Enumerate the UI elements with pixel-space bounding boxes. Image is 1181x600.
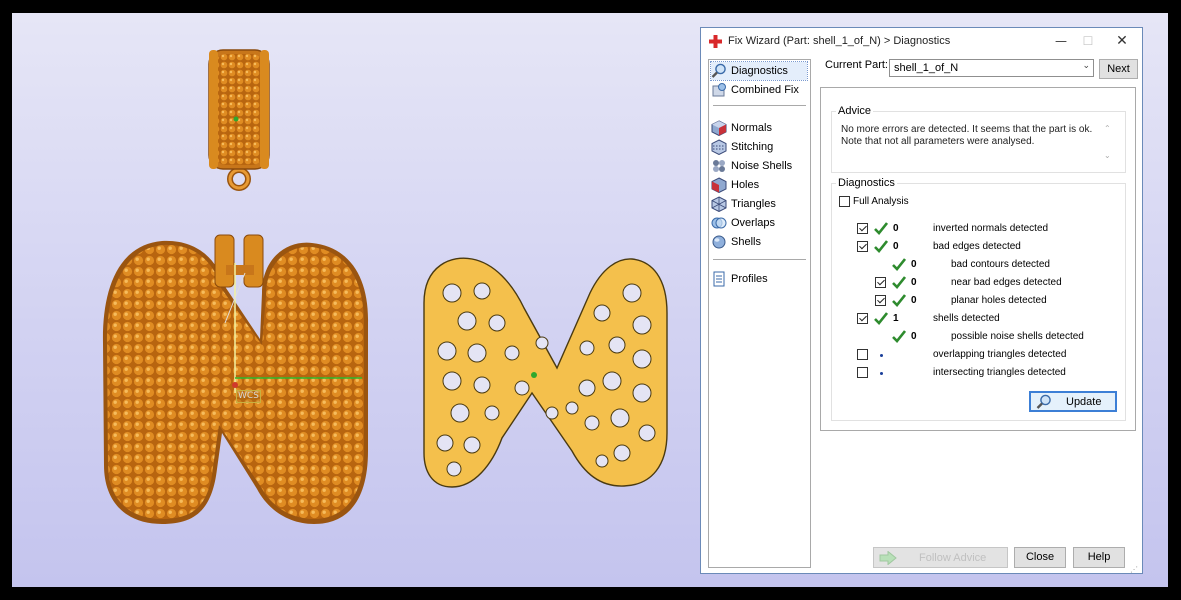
current-part-value: shell_1_of_N <box>894 62 959 74</box>
overlapping-triangles-label: overlapping triangles detected <box>933 349 1067 360</box>
planar-holes-count: 0 <box>911 295 917 306</box>
wcs-label: WCS <box>236 390 261 403</box>
red-cross-icon <box>709 35 722 48</box>
green-tick-icon <box>892 258 906 271</box>
window-title: Fix Wizard (Part: shell_1_of_N) > Diagno… <box>728 35 951 47</box>
advice-title: Advice <box>836 105 874 117</box>
nav-label-triangles: Triangles <box>731 198 776 210</box>
wizard-nav: Diagnostics Combined Fix Normals Stitchi… <box>708 59 811 568</box>
shells-icon <box>712 235 726 249</box>
shells-count: 1 <box>893 313 899 324</box>
nav-label-holes: Holes <box>731 179 760 191</box>
current-part-select[interactable]: shell_1_of_N ⌄ <box>889 59 1094 77</box>
nav-separator <box>713 105 806 106</box>
green-tick-icon <box>892 276 906 289</box>
triangles-cube-icon <box>711 196 727 212</box>
minimize-button[interactable]: — <box>1049 31 1073 51</box>
magnifier-icon <box>1036 394 1051 409</box>
full-analysis-checkbox[interactable] <box>839 196 850 207</box>
intersecting-triangles-checkbox[interactable] <box>857 367 868 378</box>
lattice-n-part[interactable] <box>423 257 668 488</box>
nav-label-overlaps: Overlaps <box>731 217 776 229</box>
scroll-up-icon[interactable]: ⌃ <box>1104 124 1111 133</box>
inverted-normals-count: 0 <box>893 223 899 234</box>
planar-holes-checkbox[interactable] <box>875 295 886 306</box>
resize-grip-icon[interactable]: ⋰ <box>1130 565 1138 574</box>
nav-label-combined-fix: Combined Fix <box>731 84 799 96</box>
diagnostics-title: Diagnostics <box>836 177 897 189</box>
bad-edges-label: bad edges detected <box>933 241 1021 252</box>
noise-shells-label: possible noise shells detected <box>951 331 1084 342</box>
shells-label: shells detected <box>933 313 1000 324</box>
inverted-normals-label: inverted normals detected <box>933 223 1049 234</box>
nav-item-normals[interactable]: Normals <box>711 119 772 137</box>
update-button[interactable]: Update <box>1029 391 1117 412</box>
overlapping-triangles-checkbox[interactable] <box>857 349 868 360</box>
bad-contours-label: bad contours detected <box>951 259 1050 270</box>
combined-fix-icon <box>712 83 726 97</box>
advice-line-1: No more errors are detected. It seems th… <box>841 124 1093 135</box>
nav-item-noise-shells[interactable]: Noise Shells <box>711 157 792 175</box>
title-bar[interactable]: Fix Wizard (Part: shell_1_of_N) > Diagno… <box>701 28 1142 55</box>
maximize-button[interactable]: ☐ <box>1076 31 1100 51</box>
help-button[interactable]: Help <box>1073 547 1125 568</box>
not-run-dot-icon <box>880 354 883 357</box>
green-tick-icon <box>892 294 906 307</box>
nav-item-profiles[interactable]: Profiles <box>711 270 768 288</box>
intersecting-triangles-label: intersecting triangles detected <box>933 367 1066 378</box>
close-button[interactable]: Close <box>1014 547 1066 568</box>
magnifier-icon <box>711 63 726 78</box>
noise-shells-icon <box>713 160 725 172</box>
nav-separator <box>713 259 806 260</box>
nav-label-diagnostics: Diagnostics <box>731 65 788 77</box>
nav-label-shells: Shells <box>731 236 761 248</box>
bad-edges-checkbox[interactable] <box>857 241 868 252</box>
inverted-normals-checkbox[interactable] <box>857 223 868 234</box>
nav-label-profiles: Profiles <box>731 273 768 285</box>
bad-edges-count: 0 <box>893 241 899 252</box>
advice-text: No more errors are detected. It seems th… <box>841 124 1093 148</box>
update-button-label: Update <box>1066 396 1102 408</box>
bad-contours-count: 0 <box>911 259 917 270</box>
near-bad-edges-checkbox[interactable] <box>875 277 886 288</box>
chevron-down-icon: ⌄ <box>1082 61 1090 71</box>
not-run-dot-icon <box>880 372 883 375</box>
shells-checkbox[interactable] <box>857 313 868 324</box>
nav-label-normals: Normals <box>731 122 772 134</box>
normals-cube-icon <box>711 120 727 136</box>
nav-item-stitching[interactable]: Stitching <box>711 138 773 156</box>
nav-item-triangles[interactable]: Triangles <box>711 195 776 213</box>
nav-item-overlaps[interactable]: Overlaps <box>711 214 775 232</box>
green-tick-icon <box>892 330 906 343</box>
scroll-down-icon[interactable]: ⌄ <box>1104 151 1111 160</box>
beaded-n-part[interactable] <box>102 234 369 525</box>
nav-item-shells[interactable]: Shells <box>711 233 761 251</box>
follow-advice-label: Follow Advice <box>919 552 987 564</box>
stitching-icon <box>711 139 727 155</box>
near-bad-edges-label: near bad edges detected <box>951 277 1062 288</box>
holes-cube-icon <box>711 177 727 193</box>
green-tick-icon <box>874 222 888 235</box>
green-tick-icon <box>874 312 888 325</box>
green-tick-icon <box>874 240 888 253</box>
full-analysis-label: Full Analysis <box>853 196 909 207</box>
arrow-right-icon <box>879 551 897 565</box>
next-button[interactable]: Next <box>1099 59 1138 79</box>
nav-item-holes[interactable]: Holes <box>711 176 759 194</box>
nav-item-diagnostics[interactable]: Diagnostics <box>710 61 808 81</box>
current-part-label: Current Part: <box>825 59 888 71</box>
bail-part[interactable] <box>208 49 270 191</box>
planar-holes-label: planar holes detected <box>951 295 1047 306</box>
nav-label-noise-shells: Noise Shells <box>731 160 793 172</box>
overlaps-icon <box>711 217 727 229</box>
advice-line-2: Note that not all parameters were analys… <box>841 136 1035 147</box>
profiles-document-icon <box>713 271 725 287</box>
close-window-button[interactable]: ✕ <box>1110 31 1134 51</box>
noise-shells-count: 0 <box>911 331 917 342</box>
nav-label-stitching: Stitching <box>731 141 774 153</box>
follow-advice-button[interactable]: Follow Advice <box>873 547 1008 568</box>
nav-item-combined-fix[interactable]: Combined Fix <box>711 81 799 99</box>
near-bad-edges-count: 0 <box>911 277 917 288</box>
